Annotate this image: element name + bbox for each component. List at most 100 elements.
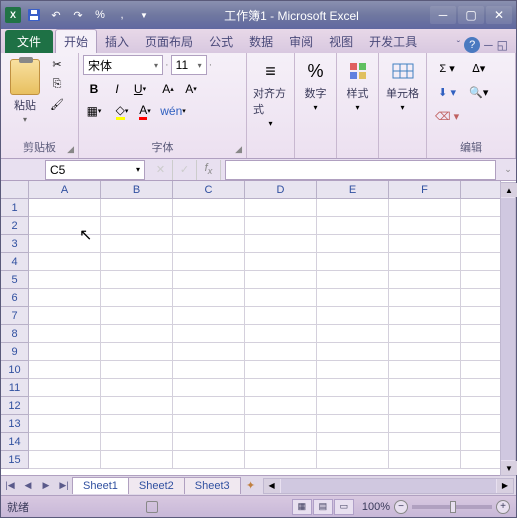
border-button[interactable]: ▦▾ bbox=[83, 101, 105, 121]
row-header[interactable]: 5 bbox=[1, 271, 29, 289]
column-header[interactable]: E bbox=[317, 181, 389, 199]
tab-developer[interactable]: 开发工具 bbox=[361, 30, 425, 53]
cell[interactable] bbox=[389, 397, 461, 415]
cell[interactable] bbox=[389, 415, 461, 433]
cell[interactable] bbox=[461, 397, 501, 415]
row-header[interactable]: 8 bbox=[1, 325, 29, 343]
column-header[interactable]: A bbox=[29, 181, 101, 199]
cell[interactable] bbox=[461, 361, 501, 379]
fill-color-button[interactable]: ◇▾ bbox=[111, 101, 133, 121]
cell[interactable] bbox=[461, 343, 501, 361]
cell[interactable] bbox=[245, 307, 317, 325]
grow-font-button[interactable]: A▴ bbox=[157, 79, 179, 99]
row-header[interactable]: 12 bbox=[1, 397, 29, 415]
row-header[interactable]: 10 bbox=[1, 361, 29, 379]
page-break-view-icon[interactable]: ▭ bbox=[334, 499, 354, 515]
row-header[interactable]: 4 bbox=[1, 253, 29, 271]
cell[interactable] bbox=[317, 433, 389, 451]
cell[interactable] bbox=[389, 361, 461, 379]
row-header[interactable]: 1 bbox=[1, 199, 29, 217]
row-header[interactable]: 11 bbox=[1, 379, 29, 397]
scroll-down-icon[interactable]: ▼ bbox=[501, 461, 517, 475]
tab-file[interactable]: 文件 bbox=[5, 30, 53, 53]
format-painter-icon[interactable]: 🖌 bbox=[47, 95, 67, 113]
app-icon[interactable]: X bbox=[5, 7, 21, 23]
column-header[interactable] bbox=[461, 181, 501, 199]
doc-minimize-icon[interactable]: ─ bbox=[484, 38, 493, 52]
cell[interactable] bbox=[101, 307, 173, 325]
cell[interactable] bbox=[389, 235, 461, 253]
cell[interactable] bbox=[101, 235, 173, 253]
normal-view-icon[interactable]: ▦ bbox=[292, 499, 312, 515]
cell[interactable] bbox=[245, 271, 317, 289]
sheet-tab-3[interactable]: Sheet3 bbox=[184, 477, 241, 494]
help-icon[interactable]: ? bbox=[464, 37, 480, 53]
cell[interactable] bbox=[245, 379, 317, 397]
cell[interactable] bbox=[173, 379, 245, 397]
row-header[interactable]: 6 bbox=[1, 289, 29, 307]
zoom-value[interactable]: 100% bbox=[362, 501, 390, 513]
name-box[interactable]: C5▾ bbox=[45, 160, 145, 180]
tab-insert[interactable]: 插入 bbox=[97, 30, 137, 53]
cell[interactable] bbox=[461, 289, 501, 307]
cell[interactable] bbox=[461, 379, 501, 397]
cell[interactable] bbox=[245, 253, 317, 271]
cell[interactable] bbox=[29, 235, 101, 253]
column-header[interactable]: D bbox=[245, 181, 317, 199]
cell[interactable] bbox=[461, 199, 501, 217]
cell[interactable] bbox=[173, 253, 245, 271]
formula-input[interactable] bbox=[225, 160, 496, 180]
cell[interactable] bbox=[29, 217, 101, 235]
cell[interactable] bbox=[29, 451, 101, 469]
cell[interactable] bbox=[317, 343, 389, 361]
tab-layout[interactable]: 页面布局 bbox=[137, 30, 201, 53]
cell[interactable] bbox=[461, 415, 501, 433]
cell[interactable] bbox=[389, 451, 461, 469]
cell[interactable] bbox=[173, 361, 245, 379]
bold-button[interactable]: B bbox=[83, 79, 105, 99]
column-header[interactable]: B bbox=[101, 181, 173, 199]
cell[interactable] bbox=[389, 307, 461, 325]
undo-icon[interactable]: ↶ bbox=[47, 6, 65, 24]
cell[interactable] bbox=[461, 217, 501, 235]
phonetic-guide-button[interactable]: wén▾ bbox=[162, 101, 184, 121]
tab-data[interactable]: 数据 bbox=[241, 30, 281, 53]
alignment-button[interactable]: ≡对齐方式▾ bbox=[251, 55, 290, 132]
vscroll-thumb[interactable] bbox=[501, 198, 515, 460]
fx-icon[interactable]: fx bbox=[197, 160, 221, 180]
cell[interactable] bbox=[317, 361, 389, 379]
macro-record-icon[interactable] bbox=[146, 501, 158, 513]
cell[interactable] bbox=[29, 271, 101, 289]
cell[interactable] bbox=[29, 415, 101, 433]
expand-formula-bar-icon[interactable]: ⌄ bbox=[500, 164, 516, 175]
enter-formula-icon[interactable]: ✓ bbox=[173, 160, 197, 180]
cell[interactable] bbox=[317, 307, 389, 325]
cell[interactable] bbox=[29, 397, 101, 415]
cell[interactable] bbox=[389, 289, 461, 307]
row-header[interactable]: 3 bbox=[1, 235, 29, 253]
row-header[interactable]: 7 bbox=[1, 307, 29, 325]
paste-button[interactable]: 粘贴 ▾ bbox=[5, 55, 45, 128]
prev-sheet-icon[interactable]: ◀ bbox=[19, 477, 37, 495]
cancel-formula-icon[interactable]: ✕ bbox=[149, 160, 173, 180]
select-all-corner[interactable] bbox=[1, 181, 29, 199]
cell[interactable] bbox=[317, 217, 389, 235]
zoom-in-button[interactable]: + bbox=[496, 500, 510, 514]
cell[interactable] bbox=[173, 451, 245, 469]
cell[interactable] bbox=[389, 325, 461, 343]
save-icon[interactable] bbox=[25, 6, 43, 24]
cell[interactable] bbox=[29, 361, 101, 379]
cell[interactable] bbox=[245, 199, 317, 217]
cell[interactable] bbox=[317, 271, 389, 289]
row-header[interactable]: 15 bbox=[1, 451, 29, 469]
minimize-button[interactable]: ─ bbox=[430, 6, 456, 24]
cell[interactable] bbox=[389, 433, 461, 451]
cell[interactable] bbox=[317, 199, 389, 217]
cell[interactable] bbox=[29, 343, 101, 361]
font-name-select[interactable]: 宋体▾ bbox=[83, 55, 163, 75]
horizontal-scrollbar[interactable]: ◀ ▶ bbox=[263, 478, 514, 494]
cell[interactable] bbox=[245, 235, 317, 253]
cell[interactable] bbox=[101, 433, 173, 451]
cell[interactable] bbox=[317, 397, 389, 415]
cell[interactable] bbox=[173, 289, 245, 307]
